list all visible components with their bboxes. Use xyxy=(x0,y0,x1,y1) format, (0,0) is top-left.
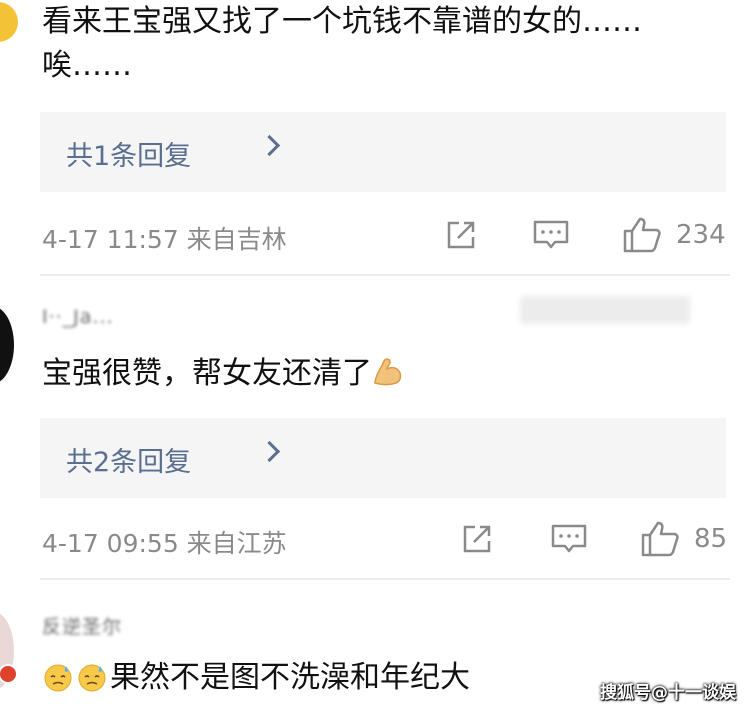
avatar[interactable] xyxy=(0,612,18,690)
divider xyxy=(40,578,730,580)
divider xyxy=(40,274,730,276)
like-count: 234 xyxy=(676,220,726,250)
share-icon[interactable] xyxy=(444,218,478,252)
username[interactable]: I··_Ja... xyxy=(42,306,114,328)
comment-text-body: 果然不是图不洗澡和年纪大 xyxy=(110,660,470,695)
replies-label: 共1条回复 xyxy=(66,141,192,172)
badge-icon xyxy=(0,664,18,684)
comment-meta: 4-17 09:55 来自江苏 xyxy=(42,529,287,558)
avatar[interactable] xyxy=(0,2,18,42)
comment-icon[interactable] xyxy=(550,522,588,556)
chevron-right-icon xyxy=(258,134,281,157)
username[interactable]: 反逆圣尔 xyxy=(42,612,122,639)
watermark: 搜狐号@十一谈娱 xyxy=(600,683,736,703)
like-icon[interactable] xyxy=(622,216,662,254)
replies-label: 共2条回复 xyxy=(66,447,192,478)
comment-meta: 4-17 11:57 来自吉林 xyxy=(42,225,287,254)
flexed-biceps-icon xyxy=(374,358,402,386)
comment-icon[interactable] xyxy=(532,218,570,252)
sweat-face-icon xyxy=(44,664,72,692)
chevron-right-icon xyxy=(258,440,281,463)
view-replies-button[interactable]: 共1条回复 xyxy=(40,112,726,192)
comment-text-body: 宝强很赞，帮女友还清了 xyxy=(42,356,372,391)
view-replies-button[interactable]: 共2条回复 xyxy=(40,418,726,498)
comment-text: 宝强很赞，帮女友还清了 xyxy=(42,352,404,396)
avatar[interactable] xyxy=(0,306,14,384)
like-count: 85 xyxy=(694,524,728,554)
comment-text: 看来王宝强又找了一个坑钱不靠谱的女的……唉…… xyxy=(42,4,642,83)
blurred-region xyxy=(520,296,690,324)
comment-text: 果然不是图不洗澡和年纪大 xyxy=(42,656,470,700)
share-icon[interactable] xyxy=(460,522,494,556)
sweat-face-icon xyxy=(78,664,106,692)
like-icon[interactable] xyxy=(640,520,680,558)
